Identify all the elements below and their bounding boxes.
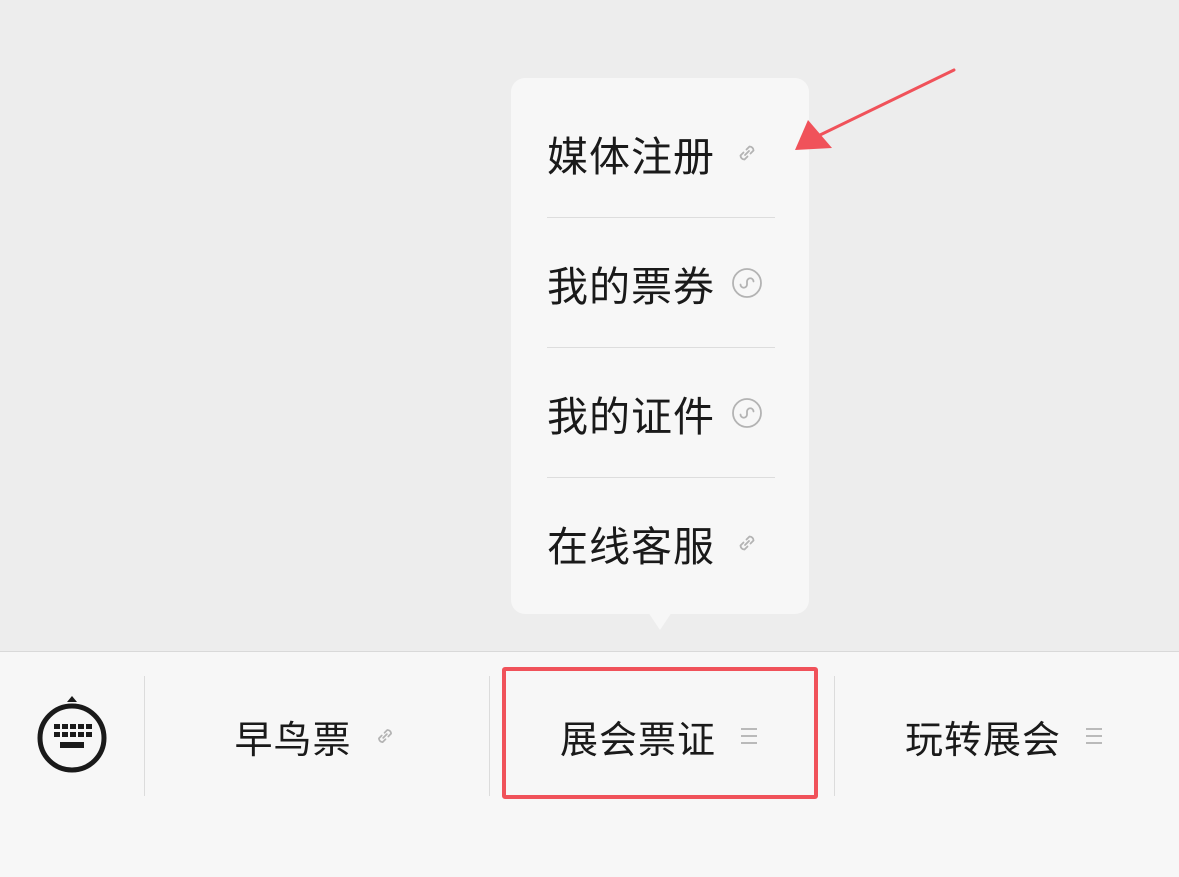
tab-explore-expo[interactable]: 玩转展会 [835, 672, 1179, 800]
mini-program-icon [731, 397, 763, 429]
submenu-item-my-credentials[interactable]: 我的证件 [547, 347, 775, 478]
submenu-item-label: 在线客服 [547, 523, 715, 571]
annotation-arrow [795, 68, 956, 150]
menu-icon [1079, 721, 1109, 751]
submenu-item-my-tickets[interactable]: 我的票券 [547, 217, 775, 348]
keyboard-toggle-button[interactable] [30, 690, 114, 780]
keyboard-icon [37, 696, 107, 773]
mini-program-icon [731, 267, 763, 299]
highlight-box [502, 667, 818, 799]
link-icon [731, 527, 763, 559]
submenu-item-label: 媒体注册 [547, 133, 715, 181]
submenu-item-online-service[interactable]: 在线客服 [547, 477, 775, 608]
submenu-popup: 媒体注册 我的票券 我的证件 在线客服 [511, 78, 809, 614]
link-icon [370, 721, 400, 751]
submenu-item-label: 我的票券 [547, 263, 715, 311]
submenu-item-label: 我的证件 [547, 393, 715, 441]
tab-early-bird-tickets[interactable]: 早鸟票 [145, 672, 489, 800]
tab-label: 玩转展会 [904, 717, 1061, 762]
submenu-item-media-registration[interactable]: 媒体注册 [547, 88, 775, 218]
submenu-caret [648, 612, 672, 630]
link-icon [731, 137, 763, 169]
tab-label: 早鸟票 [234, 717, 352, 762]
